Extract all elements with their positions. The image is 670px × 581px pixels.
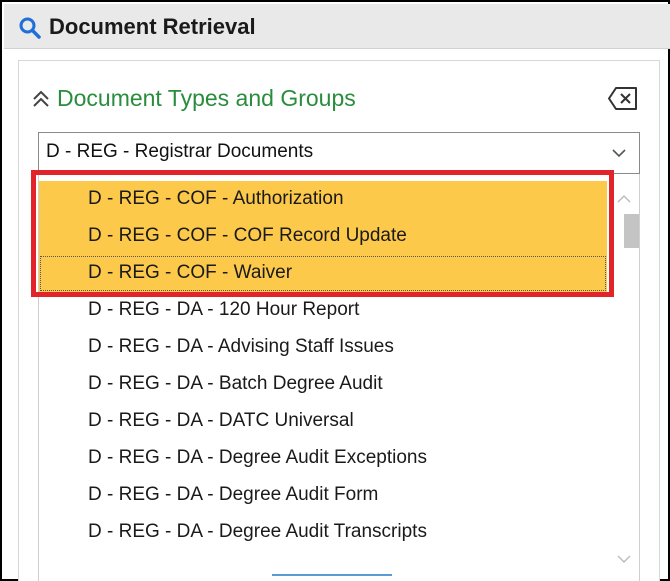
document-type-list[interactable]: D - REG - COF - Authorization D - REG - …: [38, 174, 640, 581]
chevron-down-icon: [612, 149, 626, 158]
list-item[interactable]: D - REG - DA - Degree Audit Exceptions: [39, 440, 607, 477]
search-icon: [19, 17, 41, 39]
list-item[interactable]: D - REG - DA - Batch Degree Audit: [39, 366, 607, 403]
list-item[interactable]: D - REG - DA - Degree Audit Form: [39, 477, 607, 514]
bottom-button[interactable]: [272, 574, 392, 581]
list-item[interactable]: D - REG - DA - DATC Universal: [39, 403, 607, 440]
list-item[interactable]: D - REG - DA - Degree Audit Transcripts: [39, 514, 607, 551]
window-title: Document Retrieval: [49, 14, 256, 39]
section-title: Document Types and Groups: [57, 85, 356, 111]
dropdown-selected-value: D - REG - Registrar Documents: [46, 141, 314, 162]
list-item[interactable]: D - REG - COF - COF Record Update: [39, 218, 607, 255]
scroll-up-icon[interactable]: [617, 192, 631, 206]
double-chevron-up-icon[interactable]: [30, 88, 52, 110]
list-item[interactable]: D - REG - COF - Authorization: [39, 181, 607, 218]
clear-backspace-icon[interactable]: [607, 85, 639, 112]
title-bar: Document Retrieval: [4, 4, 670, 49]
document-type-dropdown[interactable]: D - REG - Registrar Documents: [38, 132, 640, 174]
list-item[interactable]: D - REG - DA - 120 Hour Report: [39, 292, 607, 329]
scrollbar-thumb[interactable]: [624, 214, 639, 248]
list-item[interactable]: D - REG - DA - Advising Staff Issues: [39, 329, 607, 366]
list-item[interactable]: D - REG - COF - Waiver: [39, 255, 607, 292]
scroll-down-icon[interactable]: [617, 552, 631, 566]
